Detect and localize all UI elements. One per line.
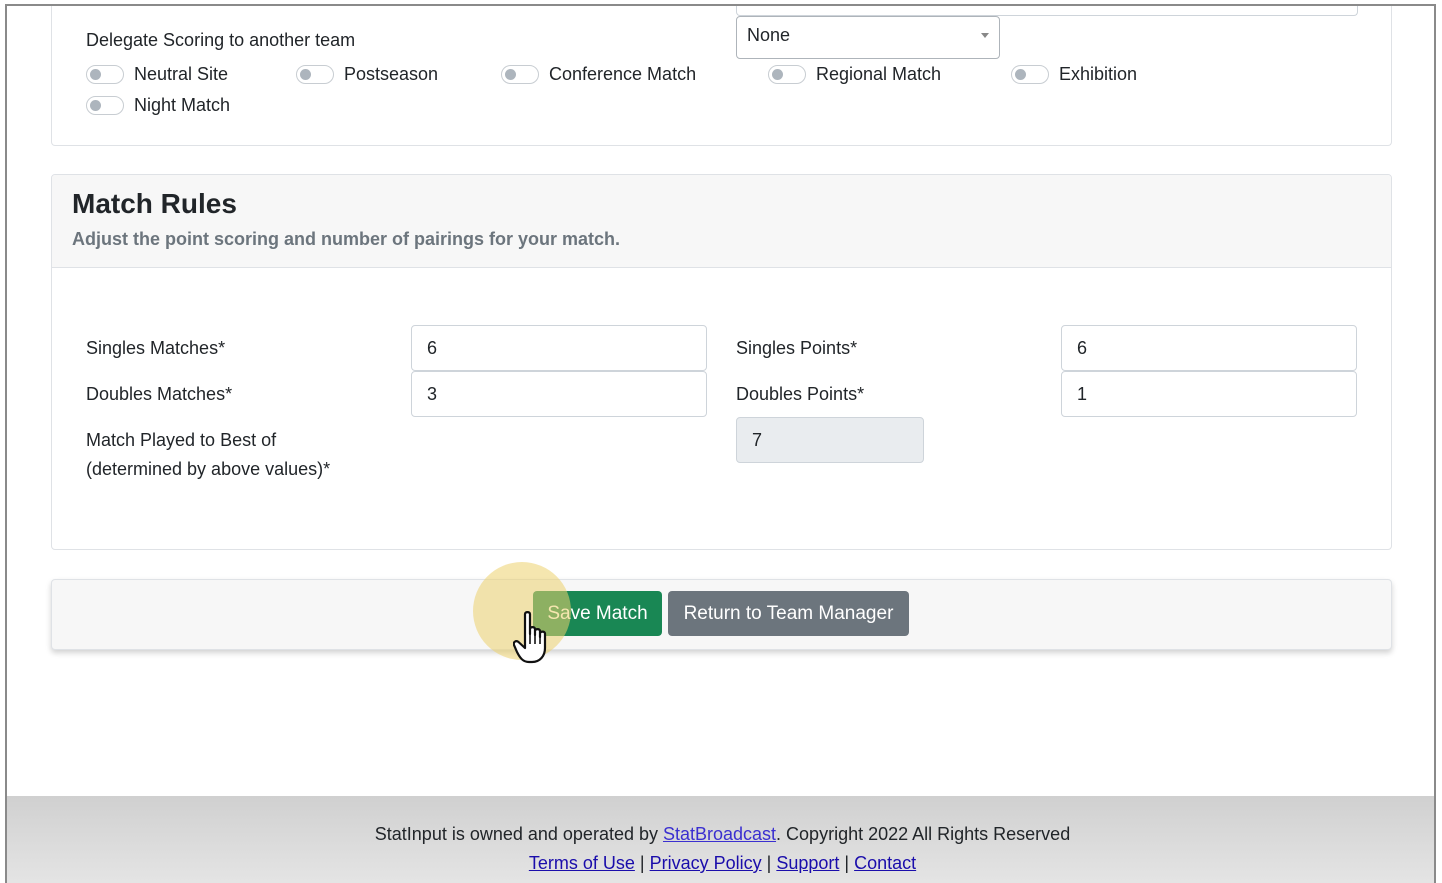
footer-text-after: . Copyright 2022 All Rights Reserved (776, 824, 1071, 844)
toggle-label: Night Match (134, 95, 231, 115)
best-of-label-line2: (determined by above values)* (86, 459, 331, 479)
page-footer: StatInput is owned and operated by StatB… (7, 796, 1434, 883)
delegate-scoring-label: Delegate Scoring to another team (86, 30, 356, 50)
match-rules-header: Match Rules Adjust the point scoring and… (52, 175, 1391, 268)
doubles-matches-label: Doubles Matches* (86, 384, 233, 404)
singles-points-label: Singles Points* (736, 338, 858, 358)
previous-input-field[interactable] (736, 6, 1358, 16)
toggle-night-match[interactable]: Night Match (86, 95, 230, 116)
toggle-postseason[interactable]: Postseason (296, 64, 438, 85)
toggle-label: Conference Match (549, 64, 697, 84)
switch-icon[interactable] (501, 65, 539, 84)
footer-copyright-line: StatInput is owned and operated by StatB… (7, 820, 1434, 849)
toggle-label: Neutral Site (134, 64, 229, 84)
delegate-select-value: None (747, 25, 791, 45)
doubles-points-label: Doubles Points* (736, 384, 865, 404)
switch-icon[interactable] (1011, 65, 1049, 84)
footer-text-before: StatInput is owned and operated by (374, 824, 663, 844)
statbroadcast-link[interactable]: StatBroadcast (663, 824, 776, 844)
switch-icon[interactable] (768, 65, 806, 84)
hand-pointer-icon (513, 611, 547, 664)
privacy-policy-link[interactable]: Privacy Policy (650, 853, 762, 873)
return-to-team-manager-button[interactable]: Return to Team Manager (668, 591, 909, 636)
singles-matches-input[interactable] (411, 325, 707, 371)
toggle-exhibition[interactable]: Exhibition (1011, 64, 1137, 85)
singles-matches-label: Singles Matches* (86, 338, 226, 358)
match-rules-title: Match Rules (72, 188, 237, 219)
singles-points-input[interactable] (1061, 325, 1357, 371)
best-of-readonly-field (736, 417, 924, 463)
switch-icon[interactable] (86, 96, 124, 115)
best-of-label-line1: Match Played to Best of (86, 430, 277, 450)
footer-links: Terms of Use | Privacy Policy | Support … (7, 849, 1434, 878)
delegate-scoring-select[interactable]: None (736, 16, 1000, 59)
switch-icon[interactable] (86, 65, 124, 84)
chevron-down-icon (981, 33, 989, 38)
footer-separator: | (766, 853, 772, 873)
terms-of-use-link[interactable]: Terms of Use (529, 853, 635, 873)
doubles-points-input[interactable] (1061, 371, 1357, 417)
footer-separator: | (844, 853, 850, 873)
doubles-matches-input[interactable] (411, 371, 707, 417)
toggle-neutral-site[interactable]: Neutral Site (86, 64, 228, 85)
toggle-label: Regional Match (816, 64, 942, 84)
toggle-label: Postseason (344, 64, 439, 84)
browser-viewport: Delegate Scoring to another team None Ne… (5, 4, 1436, 883)
match-rules-subtitle: Adjust the point scoring and number of p… (72, 229, 621, 249)
footer-separator: | (639, 853, 645, 873)
match-options-card (51, 6, 1392, 146)
action-bar: Save Match Return to Team Manager (51, 579, 1392, 650)
support-link[interactable]: Support (776, 853, 839, 873)
toggle-label: Exhibition (1059, 64, 1138, 84)
switch-icon[interactable] (296, 65, 334, 84)
toggle-regional-match[interactable]: Regional Match (768, 64, 941, 85)
toggle-conference-match[interactable]: Conference Match (501, 64, 696, 85)
contact-link[interactable]: Contact (854, 853, 916, 873)
